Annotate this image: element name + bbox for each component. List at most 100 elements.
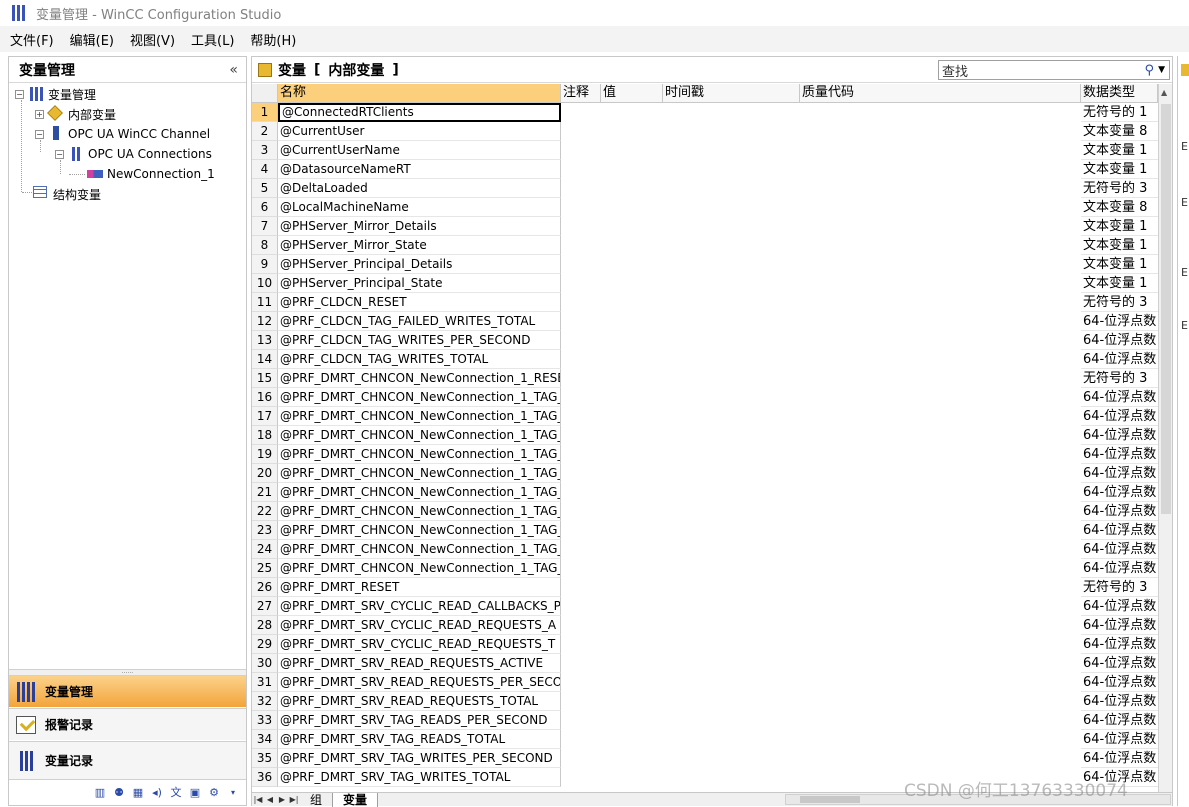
tag-name-cell[interactable]: @PRF_DMRT_SRV_CYCLIC_READ_REQUESTS_T (278, 635, 561, 654)
table-row[interactable]: 23 @PRF_DMRT_CHNCON_NewConnection_1_TAG_ 6… (252, 521, 1158, 540)
column-header-value[interactable]: 值 (601, 84, 663, 103)
tag-name-cell[interactable]: @PRF_DMRT_SRV_TAG_WRITES_PER_SECOND (278, 749, 561, 768)
table-row[interactable]: 31 @PRF_DMRT_SRV_READ_REQUESTS_PER_SECO 64… (252, 673, 1158, 692)
column-header-quality-code[interactable]: 质量代码 (800, 84, 1081, 103)
tree-toggle-collapse[interactable]: − (55, 149, 64, 159)
tree-item-opc-ua-connections[interactable]: − OPC UA Connections (55, 144, 212, 164)
row-number[interactable]: 28 (252, 616, 278, 635)
data-type-cell[interactable]: 64-位浮点数 (1081, 445, 1158, 464)
data-type-cell[interactable]: 64-位浮点数 (1081, 388, 1158, 407)
collapse-pane-button[interactable]: « (229, 62, 238, 78)
table-row[interactable]: 25 @PRF_DMRT_CHNCON_NewConnection_1_TAG_ 6… (252, 559, 1158, 578)
row-number[interactable]: 30 (252, 654, 278, 673)
search-input[interactable]: 查找 ⚲ ▼ (938, 60, 1170, 80)
row-number[interactable]: 20 (252, 464, 278, 483)
data-type-cell[interactable]: 64-位浮点数 (1081, 559, 1158, 578)
table-row[interactable]: 12 @PRF_CLDCN_TAG_FAILED_WRITES_TOTAL 64-位… (252, 312, 1158, 331)
row-number[interactable]: 35 (252, 749, 278, 768)
chevron-down-icon[interactable]: ▾ (226, 786, 240, 800)
column-header-timestamp[interactable]: 时间戳 (663, 84, 800, 103)
data-type-cell[interactable]: 64-位浮点数 (1081, 692, 1158, 711)
table-row[interactable]: 8 @PHServer_Mirror_State 文本变量 1 (252, 236, 1158, 255)
data-type-cell[interactable]: 64-位浮点数 (1081, 673, 1158, 692)
data-type-cell[interactable]: 64-位浮点数 (1081, 407, 1158, 426)
nav-button-tag-management[interactable]: 变量管理 (9, 675, 246, 707)
data-type-cell[interactable]: 64-位浮点数 (1081, 350, 1158, 369)
table-row[interactable]: 4 @DatasourceNameRT 文本变量 1 (252, 160, 1158, 179)
tag-name-cell[interactable]: @PRF_DMRT_SRV_CYCLIC_READ_REQUESTS_A (278, 616, 561, 635)
table-row[interactable]: 35 @PRF_DMRT_SRV_TAG_WRITES_PER_SECOND 64-… (252, 749, 1158, 768)
data-type-cell[interactable]: 文本变量 1 (1081, 217, 1158, 236)
table-row[interactable]: 3 @CurrentUserName 文本变量 1 (252, 141, 1158, 160)
tag-name-cell[interactable]: @PRF_DMRT_CHNCON_NewConnection_1_TAG_ (278, 483, 561, 502)
properties-expand-icon[interactable]: E (1181, 196, 1188, 209)
tag-name-cell[interactable]: @PRF_DMRT_CHNCON_NewConnection_1_TAG_ (278, 426, 561, 445)
row-number[interactable]: 6 (252, 198, 278, 217)
data-type-cell[interactable]: 64-位浮点数 (1081, 464, 1158, 483)
data-type-cell[interactable]: 64-位浮点数 (1081, 654, 1158, 673)
tree-item-tag-management[interactable]: − 变量管理 (15, 84, 96, 104)
tab-groups[interactable]: 组 (300, 792, 334, 807)
table-row[interactable]: 22 @PRF_DMRT_CHNCON_NewConnection_1_TAG_ 6… (252, 502, 1158, 521)
row-number[interactable]: 11 (252, 293, 278, 312)
tree-item-struct-tags[interactable]: 结构变量 (33, 184, 101, 204)
tag-name-cell[interactable]: @PRF_CLDCN_RESET (278, 293, 561, 312)
row-number[interactable]: 18 (252, 426, 278, 445)
data-type-cell[interactable]: 64-位浮点数 (1081, 426, 1158, 445)
scroll-up-icon[interactable]: ▲ (1161, 88, 1167, 97)
row-number[interactable]: 23 (252, 521, 278, 540)
tag-name-cell[interactable]: @PRF_CLDCN_TAG_WRITES_TOTAL (278, 350, 561, 369)
logging-shortcut-icon[interactable]: ▦ (131, 786, 145, 800)
data-type-cell[interactable]: 无符号的 3 (1081, 578, 1158, 597)
tag-name-cell[interactable]: @ConnectedRTClients (278, 103, 561, 122)
scrollbar-thumb[interactable] (1161, 104, 1171, 514)
table-row[interactable]: 30 @PRF_DMRT_SRV_READ_REQUESTS_ACTIVE 64-位… (252, 654, 1158, 673)
tag-name-cell[interactable]: @PRF_DMRT_SRV_TAG_READS_TOTAL (278, 730, 561, 749)
row-number[interactable]: 27 (252, 597, 278, 616)
table-row[interactable]: 28 @PRF_DMRT_SRV_CYCLIC_READ_REQUESTS_A 64… (252, 616, 1158, 635)
table-row[interactable]: 34 @PRF_DMRT_SRV_TAG_READS_TOTAL 64-位浮点数 (252, 730, 1158, 749)
properties-pane-collapsed[interactable]: E E E E (1177, 56, 1189, 806)
tag-name-cell[interactable]: @PRF_DMRT_SRV_READ_REQUESTS_TOTAL (278, 692, 561, 711)
tag-management-shortcut-icon[interactable]: ▥ (93, 786, 107, 800)
tree-toggle-expand[interactable]: + (35, 109, 44, 119)
tag-name-cell[interactable]: @PRF_CLDCN_TAG_WRITES_PER_SECOND (278, 331, 561, 350)
data-type-cell[interactable]: 文本变量 1 (1081, 236, 1158, 255)
tag-name-cell[interactable]: @PRF_DMRT_CHNCON_NewConnection_1_TAG_ (278, 407, 561, 426)
tag-name-cell[interactable]: @PRF_DMRT_SRV_TAG_WRITES_TOTAL (278, 768, 561, 787)
next-tab-icon[interactable]: ▶ (276, 795, 288, 804)
table-row[interactable]: 24 @PRF_DMRT_CHNCON_NewConnection_1_TAG_ 6… (252, 540, 1158, 559)
table-row[interactable]: 32 @PRF_DMRT_SRV_READ_REQUESTS_TOTAL 64-位浮… (252, 692, 1158, 711)
tag-name-cell[interactable]: @PRF_DMRT_CHNCON_NewConnection_1_TAG_ (278, 464, 561, 483)
data-type-cell[interactable]: 无符号的 1 (1081, 103, 1158, 122)
tree-toggle-collapse[interactable]: − (35, 129, 44, 139)
table-row[interactable]: 21 @PRF_DMRT_CHNCON_NewConnection_1_TAG_ 6… (252, 483, 1158, 502)
row-number[interactable]: 17 (252, 407, 278, 426)
row-number[interactable]: 1 (252, 103, 278, 122)
tag-name-cell[interactable]: @PRF_DMRT_SRV_CYCLIC_READ_CALLBACKS_P (278, 597, 561, 616)
row-number[interactable]: 9 (252, 255, 278, 274)
user-admin-shortcut-icon[interactable]: ⚉ (112, 786, 126, 800)
tag-name-cell[interactable]: @PHServer_Mirror_State (278, 236, 561, 255)
table-row[interactable]: 15 @PRF_DMRT_CHNCON_NewConnection_1_RESET… (252, 369, 1158, 388)
data-type-cell[interactable]: 64-位浮点数 (1081, 597, 1158, 616)
table-row[interactable]: 2 @CurrentUser 文本变量 8 (252, 122, 1158, 141)
table-row[interactable]: 7 @PHServer_Mirror_Details 文本变量 1 (252, 217, 1158, 236)
row-number[interactable]: 5 (252, 179, 278, 198)
row-number[interactable]: 4 (252, 160, 278, 179)
tree-item-opc-ua-channel[interactable]: − OPC UA WinCC Channel (35, 124, 210, 144)
data-type-cell[interactable]: 文本变量 1 (1081, 274, 1158, 293)
row-number[interactable]: 29 (252, 635, 278, 654)
table-row[interactable]: 33 @PRF_DMRT_SRV_TAG_READS_PER_SECOND 64-位… (252, 711, 1158, 730)
row-number[interactable]: 12 (252, 312, 278, 331)
row-number[interactable]: 36 (252, 768, 278, 787)
menu-tools[interactable]: 工具(L) (191, 30, 234, 49)
tag-name-cell[interactable]: @PRF_DMRT_SRV_TAG_READS_PER_SECOND (278, 711, 561, 730)
tag-name-cell[interactable]: @PHServer_Mirror_Details (278, 217, 561, 236)
row-number[interactable]: 31 (252, 673, 278, 692)
properties-expand-icon[interactable]: E (1181, 140, 1188, 153)
data-type-cell[interactable]: 64-位浮点数 (1081, 521, 1158, 540)
table-row[interactable]: 11 @PRF_CLDCN_RESET 无符号的 3 (252, 293, 1158, 312)
nav-button-alarm-logging[interactable]: 报警记录 (9, 708, 246, 740)
text-library-shortcut-icon[interactable]: 文 (169, 786, 183, 800)
